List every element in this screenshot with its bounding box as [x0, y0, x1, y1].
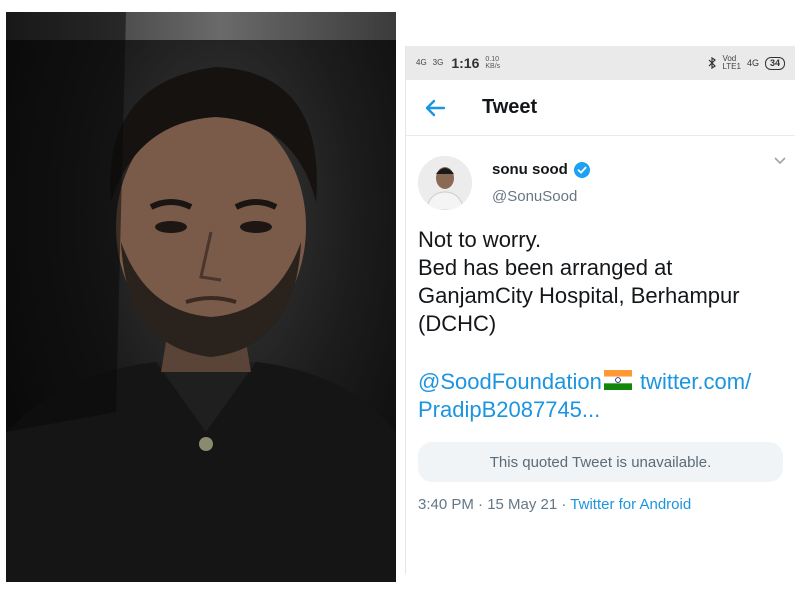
page-title: Tweet [482, 96, 538, 118]
tweet-line-2: Bed has been arranged at [418, 255, 673, 280]
network-speed: 0.10 KB/s [485, 56, 500, 70]
back-arrow-icon[interactable] [424, 97, 446, 119]
tweet-screenshot: 4G 3G 1:16 0.10 KB/s Vod LTE1 4G 34 Twee… [405, 46, 795, 574]
mention-link[interactable]: @SoodFoundation [418, 369, 602, 394]
speed-value: 0.10 [485, 56, 499, 63]
tweet-author[interactable]: sonu sood @SonuSood [406, 136, 795, 216]
bluetooth-icon [709, 57, 717, 69]
portrait-illustration [6, 12, 396, 582]
tweet-header: Tweet [406, 80, 795, 136]
tweet-timestamp: 3:40 PM · 15 May 21 · [418, 496, 571, 513]
avatar[interactable] [418, 156, 472, 210]
battery-icon: 34 [764, 56, 785, 70]
portrait-photo [6, 12, 396, 582]
status-right-icons: Vod LTE1 4G 34 [708, 55, 785, 71]
signal-right-label: 4G [746, 58, 759, 68]
network-bottom-label: 3G [432, 58, 444, 67]
network-indicator-2: 3G [433, 59, 444, 67]
tweet-line-4: (DCHC) [418, 311, 497, 336]
status-time: 1:16 [451, 55, 480, 71]
tweet-body: Not to worry. Bed has been arranged at G… [406, 216, 795, 424]
url-link-part2[interactable]: PradipB2087745... [418, 397, 600, 422]
author-name[interactable]: sonu sood [492, 161, 568, 178]
avatar-image [418, 156, 472, 210]
network-top-label: 4G [416, 58, 427, 67]
tweet-line-1: Not to worry. [418, 227, 542, 252]
carrier-label: Vod LTE1 [722, 55, 741, 71]
status-bar: 4G 3G 1:16 0.10 KB/s Vod LTE1 4G 34 [406, 46, 795, 80]
verified-badge-icon [573, 161, 590, 178]
tweet-meta: 3:40 PM · 15 May 21 · Twitter for Androi… [406, 482, 795, 513]
quoted-tweet-text: This quoted Tweet is unavailable. [489, 453, 712, 471]
speed-unit: KB/s [485, 63, 501, 70]
quoted-tweet-unavailable: This quoted Tweet is unavailable. [418, 442, 783, 482]
name-row: sonu sood [492, 161, 590, 178]
url-link-part1[interactable]: twitter.com/ [640, 369, 751, 394]
tweet-line-3: GanjamCity Hospital, Berhampur [418, 283, 740, 308]
carrier-bottom: LTE1 [722, 62, 741, 71]
author-names: sonu sood @SonuSood [492, 161, 590, 205]
tweet-links: @SoodFoundation twitter.com/ PradipB2087… [418, 368, 783, 424]
chevron-down-icon[interactable] [773, 156, 787, 166]
india-flag-icon [603, 370, 632, 390]
author-handle[interactable]: @SonuSood [492, 188, 590, 205]
network-indicator: 4G [416, 59, 427, 67]
source-app-link[interactable]: Twitter for Android [570, 496, 691, 513]
